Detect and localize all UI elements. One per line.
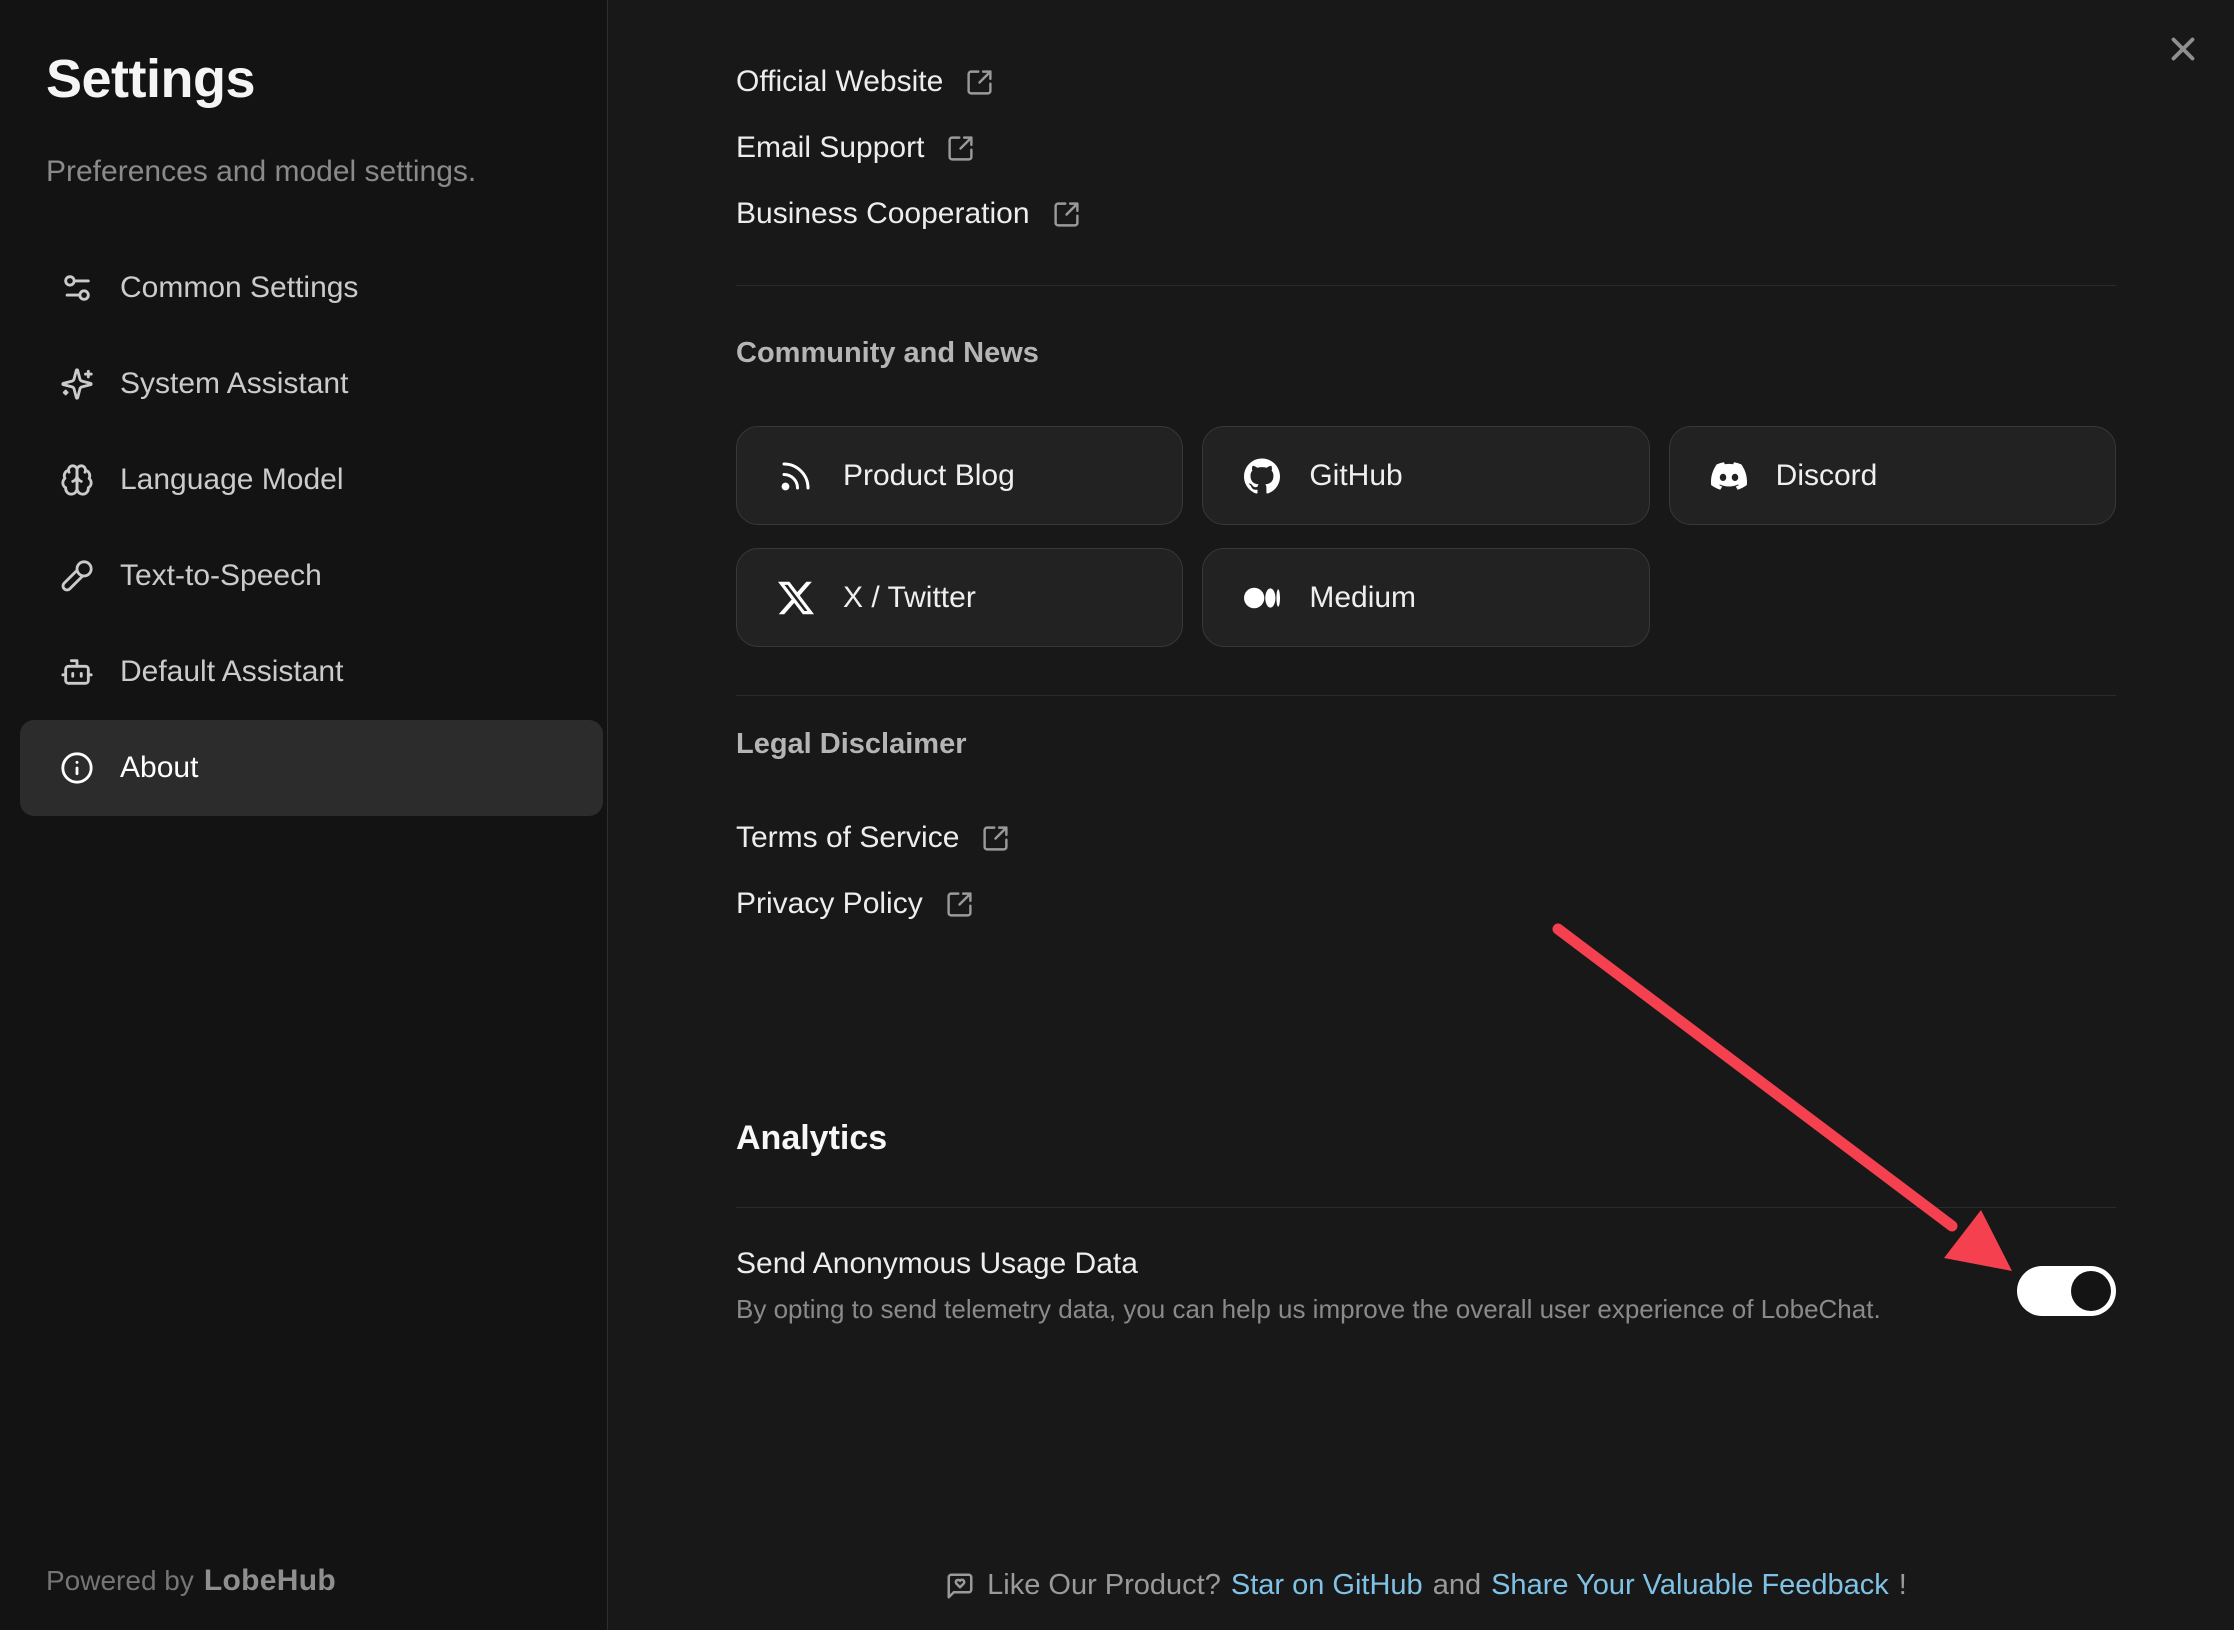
- star-on-github-link[interactable]: Star on GitHub: [1231, 1569, 1423, 1602]
- privacy-policy-link[interactable]: Privacy Policy: [736, 871, 974, 937]
- github-icon: [1243, 457, 1281, 495]
- sidebar-item-default-assistant[interactable]: Default Assistant: [20, 624, 603, 720]
- external-link-icon: [1052, 200, 1081, 229]
- toggle-knob: [2071, 1271, 2111, 1311]
- usage-data-setting-row: Send Anonymous Usage Data By opting to s…: [736, 1244, 2116, 1326]
- business-cooperation-link[interactable]: Business Cooperation: [736, 181, 1081, 247]
- brain-icon: [60, 463, 94, 497]
- section-divider: [736, 285, 2116, 286]
- section-title-analytics: Analytics: [736, 1115, 2116, 1161]
- sidebar-item-label: Text-to-Speech: [120, 559, 322, 593]
- discord-button[interactable]: Discord: [1669, 426, 2116, 525]
- settings-modal: Settings Preferences and model settings.…: [0, 0, 2234, 1630]
- sidebar-item-common-settings[interactable]: Common Settings: [20, 240, 603, 336]
- official-website-link[interactable]: Official Website: [736, 49, 994, 115]
- about-panel: Contact Us Official Website Email Suppor…: [609, 0, 2234, 1630]
- github-button[interactable]: GitHub: [1202, 426, 1649, 525]
- usage-data-description: By opting to send telemetry data, you ca…: [736, 1292, 1881, 1326]
- section-divider: [736, 1207, 2116, 1208]
- settings-menu: Common Settings System Assistant Languag…: [20, 240, 603, 816]
- page-title: Settings: [46, 46, 577, 112]
- footer-text: Like Our Product?: [987, 1569, 1221, 1602]
- message-square-heart-icon: [945, 1571, 975, 1601]
- x-twitter-icon: [777, 579, 815, 617]
- sidebar-item-label: Language Model: [120, 463, 344, 497]
- sidebar-item-label: About: [120, 751, 198, 785]
- legal-links: Terms of Service Privacy Policy: [736, 764, 2116, 937]
- footer-text: !: [1899, 1569, 1907, 1602]
- x-twitter-button[interactable]: X / Twitter: [736, 548, 1183, 647]
- close-icon: [2164, 30, 2202, 68]
- close-button[interactable]: [2160, 26, 2206, 72]
- rss-icon: [777, 457, 815, 495]
- sidebar-item-system-assistant[interactable]: System Assistant: [20, 336, 603, 432]
- sidebar-item-label: Common Settings: [120, 271, 358, 305]
- powered-by-text: Powered by: [46, 1565, 194, 1596]
- section-title-contact-us: Contact Us: [736, 0, 915, 10]
- usage-data-label: Send Anonymous Usage Data: [736, 1244, 1881, 1284]
- sidebar-item-label: System Assistant: [120, 367, 348, 401]
- page-subtitle: Preferences and model settings.: [46, 152, 577, 192]
- usage-data-toggle[interactable]: [2017, 1266, 2116, 1316]
- powered-by: Powered by LobeHub: [46, 1564, 336, 1598]
- usage-data-texts: Send Anonymous Usage Data By opting to s…: [736, 1244, 1881, 1326]
- sidebar-item-text-to-speech[interactable]: Text-to-Speech: [20, 528, 603, 624]
- external-link-icon: [945, 890, 974, 919]
- terms-of-service-link[interactable]: Terms of Service: [736, 805, 1010, 871]
- microphone-icon: [60, 559, 94, 593]
- footer-text: and: [1433, 1569, 1481, 1602]
- contact-links: Official Website Email Support Business …: [736, 0, 2116, 247]
- discord-icon: [1710, 457, 1748, 495]
- info-circle-icon: [60, 751, 94, 785]
- robot-icon: [60, 655, 94, 689]
- section-title-legal: Legal Disclaimer: [736, 724, 2116, 764]
- external-link-icon: [965, 68, 994, 97]
- sparkles-icon: [60, 367, 94, 401]
- sidebar-item-language-model[interactable]: Language Model: [20, 432, 603, 528]
- medium-button[interactable]: Medium: [1202, 548, 1649, 647]
- section-title-community: Community and News: [736, 333, 2116, 373]
- community-buttons: Product Blog GitHub Discord X / Twitter: [736, 426, 2116, 647]
- settings-sidebar: Settings Preferences and model settings.…: [0, 0, 608, 1630]
- lobehub-brand-link[interactable]: LobeHub: [204, 1564, 336, 1597]
- product-blog-button[interactable]: Product Blog: [736, 426, 1183, 525]
- email-support-link[interactable]: Email Support: [736, 115, 975, 181]
- medium-icon: [1243, 579, 1281, 617]
- share-feedback-link[interactable]: Share Your Valuable Feedback: [1491, 1569, 1889, 1602]
- sliders-icon: [60, 271, 94, 305]
- external-link-icon: [946, 134, 975, 163]
- sidebar-item-label: Default Assistant: [120, 655, 343, 689]
- sidebar-item-about[interactable]: About: [20, 720, 603, 816]
- external-link-icon: [981, 824, 1010, 853]
- feedback-footer: Like Our Product? Star on GitHub and Sha…: [736, 1569, 2116, 1602]
- section-divider: [736, 695, 2116, 696]
